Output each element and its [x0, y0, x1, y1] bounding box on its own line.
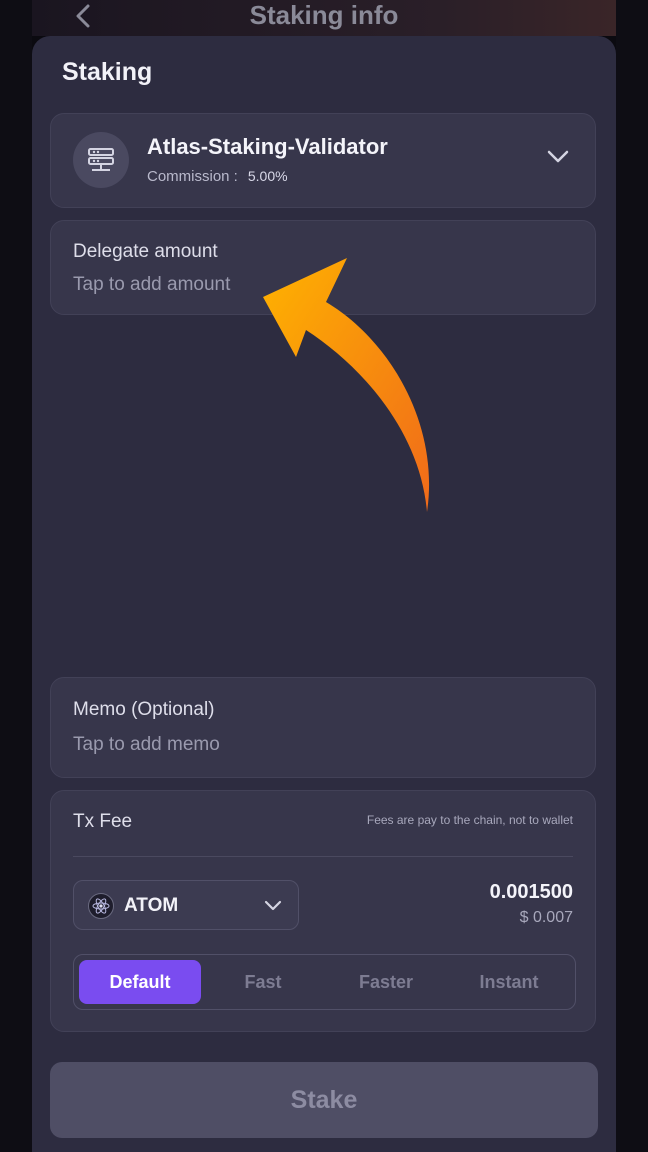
speed-option-faster[interactable]: Faster: [325, 960, 447, 1004]
divider: [73, 856, 573, 857]
server-icon: [73, 132, 129, 188]
validator-selector[interactable]: Atlas-Staking-Validator Commission : 5.00…: [50, 113, 596, 208]
backdrop-right: [616, 0, 648, 1152]
chevron-down-icon: [264, 899, 282, 917]
memo-placeholder: Tap to add memo: [73, 734, 220, 755]
chevron-down-icon: [547, 150, 569, 169]
fee-token-select[interactable]: ATOM: [73, 880, 299, 930]
delegate-label: Delegate amount: [73, 241, 218, 262]
fee-note: Fees are pay to the chain, not to wallet: [366, 813, 573, 827]
delegate-amount-field[interactable]: Delegate amount Tap to add amount: [50, 220, 596, 315]
speed-option-default[interactable]: Default: [79, 960, 201, 1004]
tx-fee-label: Tx Fee: [73, 811, 133, 832]
fee-amount: 0.001500: [489, 881, 573, 903]
memo-field[interactable]: Memo (Optional) Tap to add memo: [50, 677, 596, 778]
tx-fee-card: Tx Fee Fees are pay to the chain, not to…: [50, 790, 596, 1032]
fee-speed-selector: Default Fast Faster Instant: [73, 954, 576, 1010]
fee-token-name: ATOM: [124, 895, 179, 916]
memo-label: Memo (Optional): [73, 699, 215, 720]
backdrop-left: [0, 0, 32, 1152]
speed-option-instant[interactable]: Instant: [448, 960, 570, 1004]
validator-commission: Commission : 5.00%: [147, 168, 288, 185]
sheet-title: Staking: [62, 58, 153, 86]
speed-option-fast[interactable]: Fast: [202, 960, 324, 1004]
back-button[interactable]: [68, 0, 98, 32]
chevron-left-icon: [76, 4, 90, 28]
stake-button[interactable]: Stake: [50, 1062, 598, 1138]
commission-label: Commission :: [147, 168, 238, 185]
header-bar: Staking info: [32, 0, 616, 36]
page-title: Staking info: [249, 0, 399, 30]
fee-usd-value: $ 0.007: [519, 909, 573, 926]
validator-name: Atlas-Staking-Validator: [147, 134, 388, 159]
commission-value: 5.00%: [247, 168, 288, 184]
delegate-placeholder: Tap to add amount: [73, 274, 231, 295]
staking-sheet: Staking Atlas-Staking-Validator Commissi…: [32, 36, 616, 1152]
atom-icon: [88, 893, 114, 919]
